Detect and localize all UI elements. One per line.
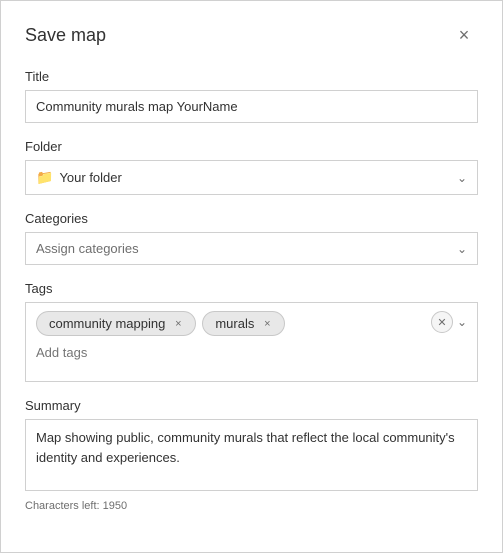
folder-icon: 📁 (36, 169, 53, 186)
dialog-title: Save map (25, 25, 106, 46)
add-tags-input[interactable] (36, 345, 467, 360)
tags-label: Tags (25, 281, 478, 296)
title-input[interactable] (25, 90, 478, 123)
summary-field-group: Summary Characters left: 1950 (25, 398, 478, 512)
chars-left: Characters left: 1950 (25, 500, 478, 512)
tag-chip-community-mapping: community mapping × (36, 311, 196, 336)
folder-field-group: Folder 📁 Your folder ⌄ (25, 139, 478, 195)
folder-select[interactable]: 📁 Your folder ⌄ (25, 160, 478, 195)
folder-value: 📁 Your folder (36, 169, 457, 186)
categories-select[interactable]: Assign categories ⌄ (25, 232, 478, 265)
tags-row: community mapping × murals × (36, 311, 467, 336)
summary-textarea[interactable] (25, 419, 478, 491)
summary-label: Summary (25, 398, 478, 413)
categories-placeholder: Assign categories (36, 241, 139, 256)
tags-controls: ✕ ⌄ (431, 311, 469, 333)
folder-label: Folder (25, 139, 478, 154)
dialog-header: Save map × (25, 21, 478, 49)
tag-label-community-mapping: community mapping (49, 316, 165, 331)
tags-container: ✕ ⌄ community mapping × murals × (25, 302, 478, 382)
tag-label-murals: murals (215, 316, 254, 331)
title-label: Title (25, 69, 478, 84)
categories-label: Categories (25, 211, 478, 226)
tag-chip-murals: murals × (202, 311, 285, 336)
close-button[interactable]: × (450, 21, 478, 49)
folder-chevron-icon: ⌄ (457, 171, 467, 185)
tags-field-group: Tags ✕ ⌄ community mapping × murals × (25, 281, 478, 382)
tag-remove-community-mapping[interactable]: × (171, 317, 185, 331)
categories-field-group: Categories Assign categories ⌄ (25, 211, 478, 265)
tags-clear-button[interactable]: ✕ (431, 311, 453, 333)
save-map-dialog: Save map × Title Folder 📁 Your folder ⌄ … (0, 0, 503, 553)
title-field-group: Title (25, 69, 478, 123)
tags-chevron-button[interactable]: ⌄ (455, 313, 469, 331)
tag-remove-murals[interactable]: × (260, 317, 274, 331)
categories-chevron-icon: ⌄ (457, 242, 467, 256)
